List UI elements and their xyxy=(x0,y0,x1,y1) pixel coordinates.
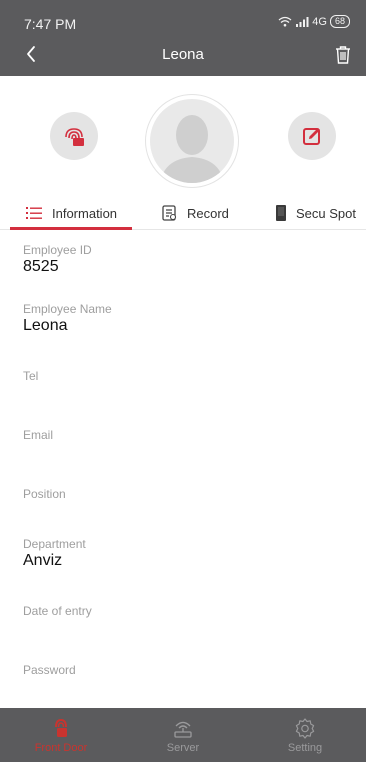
list-icon xyxy=(26,207,42,219)
router-icon xyxy=(174,721,192,738)
field-label: Email xyxy=(23,428,54,442)
nav-front-door[interactable]: Front Door xyxy=(0,708,122,762)
tab-secu-spot[interactable]: Secu Spot xyxy=(276,196,356,230)
avatar[interactable] xyxy=(146,95,238,187)
trash-icon[interactable] xyxy=(334,45,352,65)
tab-secu-spot-label: Secu Spot xyxy=(296,205,356,221)
field-label: Tel xyxy=(23,369,39,383)
record-icon xyxy=(162,205,177,221)
fingerprint-button[interactable] xyxy=(50,112,98,160)
field-label: Department xyxy=(23,537,86,551)
profile-section xyxy=(0,76,366,196)
edit-icon xyxy=(303,128,320,145)
tab-information-label: Information xyxy=(52,205,118,221)
field-department[interactable]: Department Anviz xyxy=(23,537,86,570)
bottom-navigation: Front Door Server Setting xyxy=(0,708,366,762)
nav-label: Front Door xyxy=(34,742,88,754)
field-value: Anviz xyxy=(23,552,63,569)
active-tab-indicator xyxy=(10,227,132,230)
field-label: Password xyxy=(23,663,76,677)
field-email[interactable]: Email xyxy=(23,428,53,443)
gear-icon xyxy=(295,718,315,739)
person-silhouette-icon xyxy=(150,99,234,183)
wifi-icon xyxy=(278,16,292,27)
field-date-of-entry[interactable]: Date of entry xyxy=(23,604,92,619)
field-label: Employee ID xyxy=(23,243,92,257)
nav-label: Setting xyxy=(287,742,323,754)
field-value: 8525 xyxy=(23,258,59,275)
page-title: Leona xyxy=(162,46,204,63)
field-value: Leona xyxy=(23,317,68,334)
device-icon xyxy=(276,205,286,221)
field-tel[interactable]: Tel xyxy=(23,369,38,384)
field-position[interactable]: Position xyxy=(23,487,66,502)
field-password[interactable]: Password xyxy=(23,663,76,678)
edit-button[interactable] xyxy=(288,112,336,160)
status-indicators: 4G 68 xyxy=(278,15,350,28)
field-label: Date of entry xyxy=(23,604,92,618)
field-employee-id[interactable]: Employee ID 8525 xyxy=(23,243,92,276)
signal-icon xyxy=(296,17,309,27)
nav-setting[interactable]: Setting xyxy=(244,708,366,762)
field-label: Employee Name xyxy=(23,302,112,316)
nav-server[interactable]: Server xyxy=(122,708,244,762)
field-employee-name[interactable]: Employee Name Leona xyxy=(23,302,112,335)
nav-label: Server xyxy=(166,742,200,754)
battery-indicator: 68 xyxy=(329,15,350,28)
tab-bar: Information Record Secu Spot xyxy=(0,196,366,230)
network-type: 4G xyxy=(312,15,327,28)
tab-information[interactable]: Information xyxy=(26,196,117,230)
tab-record-label: Record xyxy=(187,205,229,221)
fingerprint-icon xyxy=(65,128,84,146)
status-time: 7:47 PM xyxy=(24,16,77,32)
door-lock-icon xyxy=(55,718,67,737)
tab-record[interactable]: Record xyxy=(162,196,229,230)
app-header: 7:47 PM 4G 68 Leona xyxy=(0,0,366,76)
field-label: Position xyxy=(23,487,66,501)
